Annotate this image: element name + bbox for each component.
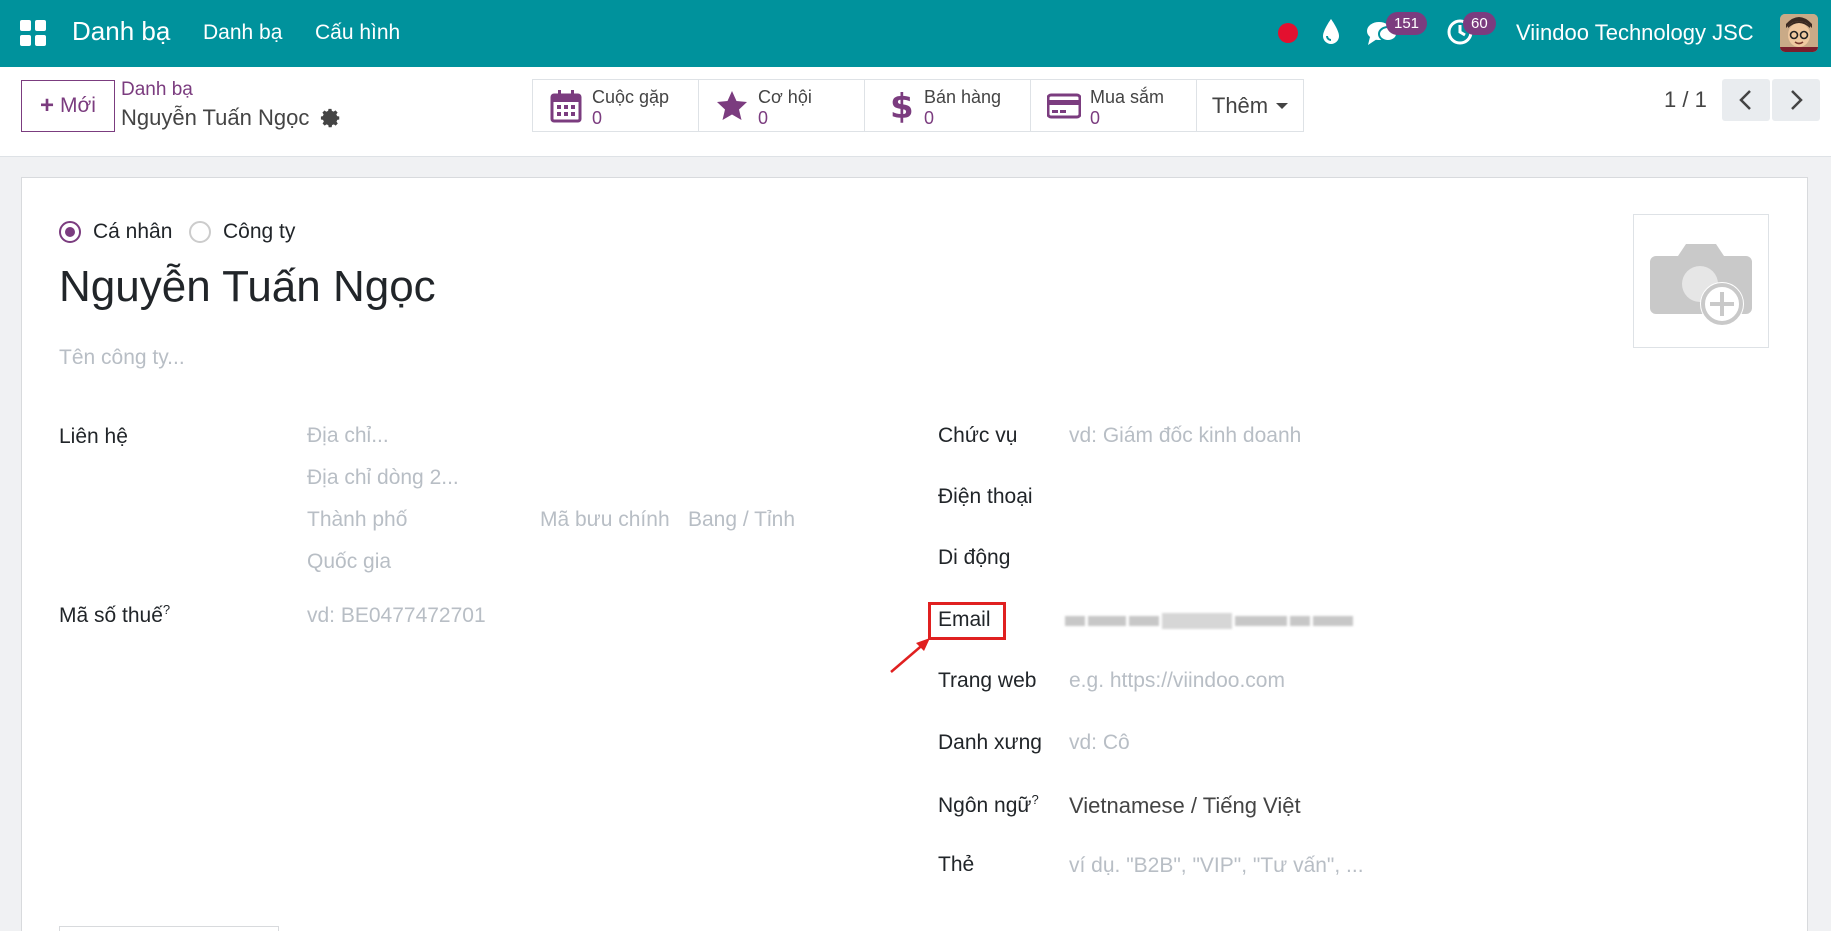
stat-button-purchases[interactable]: Mua sắm 0 (1030, 79, 1197, 132)
plus-icon: + (40, 92, 55, 119)
pager-next-button[interactable] (1772, 79, 1820, 121)
app-name[interactable]: Danh bạ (72, 16, 170, 47)
job-position-label: Chức vụ (938, 424, 1018, 447)
menu-item-contacts[interactable]: Danh bạ (203, 21, 282, 45)
stat-label: Cuộc gặp (592, 87, 670, 107)
website-label: Trang web (938, 669, 1037, 692)
breadcrumb-parent[interactable]: Danh bạ (121, 79, 193, 101)
contact-label: Liên hệ (59, 425, 128, 448)
top-navbar: Danh bạ Danh bạ Cấu hình 151 60 Viindoo … (0, 0, 1831, 67)
stat-value: 0 (758, 108, 769, 128)
phone-label: Điện thoại (938, 485, 1033, 508)
website-input[interactable]: e.g. https://viindoo.com (1069, 669, 1285, 693)
country-input[interactable]: Quốc gia (307, 550, 391, 574)
language-label-text: Ngôn ngữ (938, 794, 1032, 817)
gear-icon[interactable] (320, 107, 342, 129)
state-input[interactable]: Bang / Tỉnh (688, 508, 795, 532)
stat-value: 0 (924, 108, 935, 128)
breadcrumb-current: Nguyễn Tuấn Ngọc (121, 105, 310, 130)
radio-individual-label: Cá nhân (93, 220, 173, 243)
credit-card-icon (1047, 93, 1081, 119)
tags-input[interactable]: ví dụ. "B2B", "VIP", "Tư vấn", ... (1069, 854, 1364, 878)
more-button[interactable]: Thêm (1196, 79, 1304, 132)
camera-plus-icon (1650, 244, 1752, 326)
street-input[interactable]: Địa chỉ... (307, 424, 389, 448)
email-input-blurred[interactable] (1065, 606, 1365, 636)
apps-menu-icon[interactable] (20, 20, 46, 46)
language-label: Ngôn ngữ? (938, 792, 1039, 818)
radio-individual[interactable]: Cá nhân (59, 220, 172, 244)
tags-label: Thẻ (938, 853, 975, 876)
photo-upload[interactable] (1633, 214, 1769, 348)
email-highlight-box (928, 602, 1006, 640)
new-button-label: Mới (60, 94, 96, 117)
messages-badge: 151 (1386, 12, 1428, 35)
record-indicator-icon[interactable] (1278, 23, 1298, 43)
tax-id-input[interactable]: vd: BE0477472701 (307, 604, 486, 628)
stat-button-opportunities[interactable]: Cơ hội 0 (698, 79, 865, 132)
pager-value[interactable]: 1 / 1 (1664, 87, 1707, 113)
radio-company[interactable]: Công ty (189, 220, 295, 244)
stat-label: Bán hàng (924, 87, 1002, 107)
radio-unchecked-icon[interactable] (189, 221, 211, 243)
form-sheet: Cá nhân Công ty Nguyễn Tuấn Ngọc Tên côn… (21, 177, 1808, 931)
chevron-right-icon (1791, 90, 1803, 110)
stat-button-meetings[interactable]: Cuộc gặp 0 (532, 79, 699, 132)
new-button[interactable]: + Mới (21, 80, 115, 132)
mobile-label: Di động (938, 546, 1011, 569)
dollar-icon: $ (890, 89, 914, 123)
company-name-input[interactable]: Tên công ty... (59, 346, 185, 370)
menu-item-configuration[interactable]: Cấu hình (315, 21, 400, 45)
contact-name-field[interactable]: Nguyễn Tuấn Ngọc (59, 262, 436, 312)
activities-badge: 60 (1463, 12, 1496, 35)
caret-down-icon (1276, 102, 1289, 109)
more-button-label: Thêm (1211, 92, 1269, 118)
stat-label: Cơ hội (758, 87, 812, 107)
chevron-left-icon (1739, 90, 1751, 110)
svg-text:$: $ (890, 89, 914, 123)
stat-buttons-bar: Cuộc gặp 0 Cơ hội 0 $ Bán hàng 0 Mua sắm… (532, 79, 1304, 132)
street2-input[interactable]: Địa chỉ dòng 2... (307, 466, 459, 490)
drop-icon[interactable] (1320, 17, 1342, 47)
star-icon (717, 91, 747, 120)
help-tooltip-icon[interactable]: ? (163, 602, 170, 617)
user-avatar[interactable] (1780, 14, 1818, 52)
city-input[interactable]: Thành phố (307, 508, 407, 532)
stat-value: 0 (1090, 108, 1101, 128)
annotation-arrow-icon (890, 638, 930, 673)
stat-value: 0 (592, 108, 603, 128)
title-label: Danh xưng (938, 731, 1042, 754)
zip-input[interactable]: Mã bưu chính (540, 508, 670, 532)
tax-id-label: Mã số thuế? (59, 602, 170, 628)
radio-company-label: Công ty (223, 220, 296, 243)
language-select[interactable]: Vietnamese / Tiếng Việt (1069, 793, 1301, 819)
stat-button-sales[interactable]: $ Bán hàng 0 (864, 79, 1031, 132)
calendar-icon (550, 90, 582, 123)
stat-label: Mua sắm (1090, 87, 1165, 107)
help-tooltip-icon[interactable]: ? (1031, 792, 1038, 807)
radio-checked-icon[interactable] (59, 221, 81, 243)
control-panel: + Mới Danh bạ Nguyễn Tuấn Ngọc Cuộc gặp … (0, 67, 1831, 157)
pager-previous-button[interactable] (1722, 79, 1770, 121)
title-input[interactable]: vd: Cô (1069, 731, 1130, 755)
job-position-input[interactable]: vd: Giám đốc kinh doanh (1069, 424, 1301, 448)
tax-id-label-text: Mã số thuế (59, 604, 163, 627)
company-switcher[interactable]: Viindoo Technology JSC (1516, 20, 1754, 46)
notebook-tab[interactable] (59, 926, 279, 931)
